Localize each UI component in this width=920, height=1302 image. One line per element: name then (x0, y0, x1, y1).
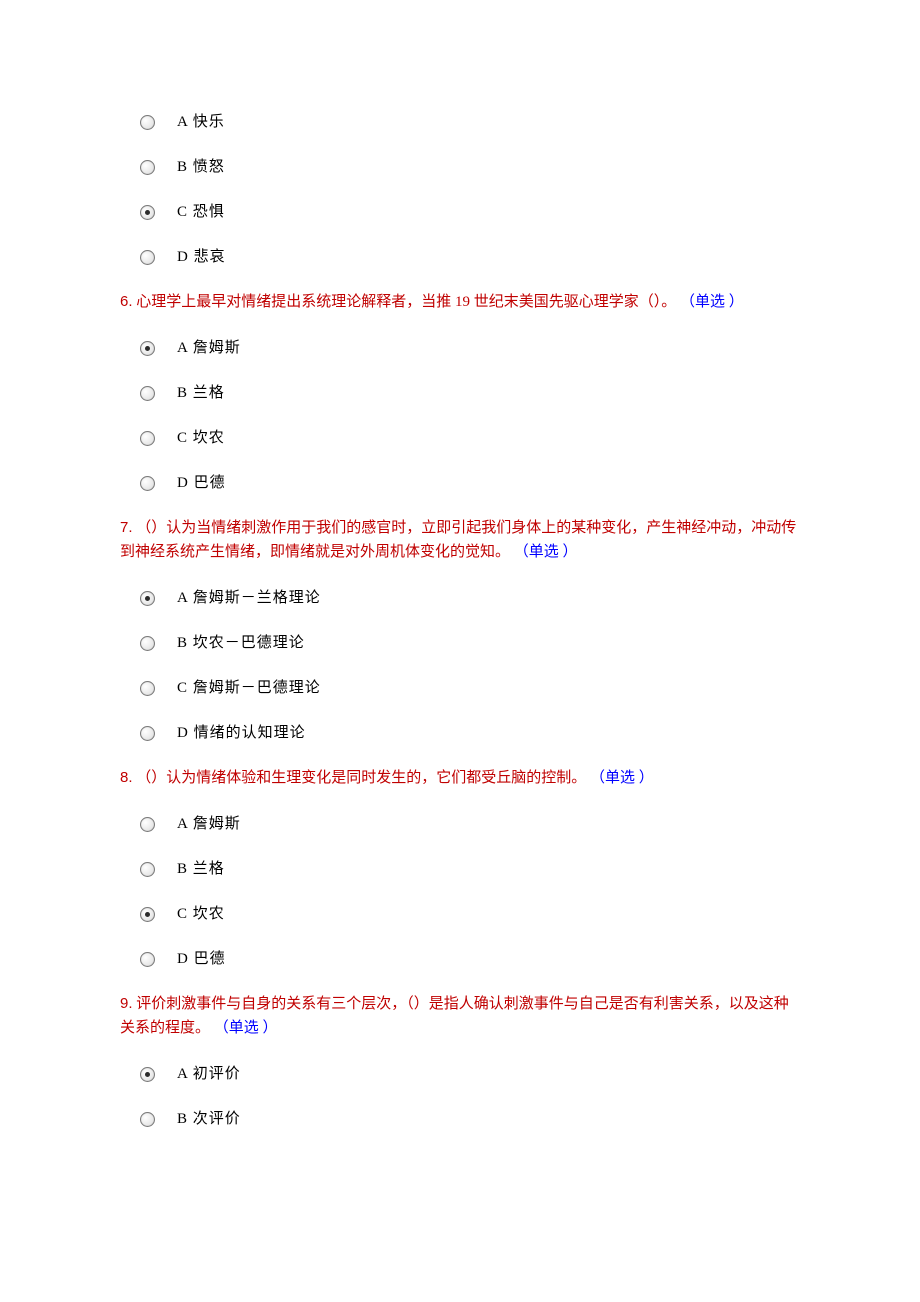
question-9: 9. 评价刺激事件与自身的关系有三个层次，（）是指人确认刺激事件与自己是否有利害… (120, 992, 800, 1142)
option-row[interactable]: C 詹姆斯－巴德理论 (120, 666, 800, 711)
option-row[interactable]: C 恐惧 (120, 190, 800, 235)
radio-icon[interactable] (140, 250, 155, 265)
option-label: A 詹姆斯－兰格理论 (177, 588, 321, 609)
radio-icon[interactable] (140, 476, 155, 491)
question-body: 心理学上最早对情绪提出系统理论解释者，当推 19 世纪末美国先驱心理学家（）。 (136, 294, 676, 310)
radio-icon[interactable] (140, 431, 155, 446)
option-label: C 坎农 (177, 428, 225, 449)
radio-icon[interactable] (140, 1067, 155, 1082)
question-type: （单选 ） (514, 544, 578, 560)
radio-icon[interactable] (140, 341, 155, 356)
question-text: 7. （）认为当情绪刺激作用于我们的感官时，立即引起我们身体上的某种变化，产生神… (120, 516, 800, 564)
radio-icon[interactable] (140, 726, 155, 741)
option-label: B 次评价 (177, 1109, 241, 1130)
option-label: A 快乐 (177, 112, 225, 133)
question-number: 6. (120, 293, 133, 310)
radio-icon[interactable] (140, 115, 155, 130)
question-type: （单选 ） (214, 1020, 278, 1036)
question-6: 6. 心理学上最早对情绪提出系统理论解释者，当推 19 世纪末美国先驱心理学家（… (120, 290, 800, 506)
option-label: A 詹姆斯 (177, 338, 241, 359)
question-pre: A 快乐 B 愤怒 C 恐惧 D 悲哀 (120, 100, 800, 280)
question-number: 8. (120, 769, 133, 786)
question-text: 6. 心理学上最早对情绪提出系统理论解释者，当推 19 世纪末美国先驱心理学家（… (120, 290, 800, 314)
radio-icon[interactable] (140, 1112, 155, 1127)
option-list: A 初评价 B 次评价 (120, 1052, 800, 1142)
option-row[interactable]: A 詹姆斯 (120, 326, 800, 371)
option-row[interactable]: A 詹姆斯－兰格理论 (120, 576, 800, 621)
question-text: 9. 评价刺激事件与自身的关系有三个层次，（）是指人确认刺激事件与自己是否有利害… (120, 992, 800, 1040)
radio-icon[interactable] (140, 636, 155, 651)
option-list: A 詹姆斯－兰格理论 B 坎农－巴德理论 C 詹姆斯－巴德理论 D 情绪的认知理… (120, 576, 800, 756)
option-label: D 巴德 (177, 473, 226, 494)
option-label: C 坎农 (177, 904, 225, 925)
option-list: A 詹姆斯 B 兰格 C 坎农 D 巴德 (120, 326, 800, 506)
option-row[interactable]: B 愤怒 (120, 145, 800, 190)
option-row[interactable]: B 兰格 (120, 371, 800, 416)
question-type: （单选 ） (590, 770, 654, 786)
radio-icon[interactable] (140, 952, 155, 967)
option-row[interactable]: D 巴德 (120, 937, 800, 982)
radio-icon[interactable] (140, 907, 155, 922)
option-row[interactable]: D 巴德 (120, 461, 800, 506)
option-row[interactable]: B 坎农－巴德理论 (120, 621, 800, 666)
option-label: D 巴德 (177, 949, 226, 970)
option-label: B 兰格 (177, 383, 225, 404)
option-row[interactable]: A 快乐 (120, 100, 800, 145)
option-label: A 初评价 (177, 1064, 241, 1085)
option-row[interactable]: A 詹姆斯 (120, 802, 800, 847)
option-label: C 恐惧 (177, 202, 225, 223)
option-label: B 坎农－巴德理论 (177, 633, 305, 654)
option-label: C 詹姆斯－巴德理论 (177, 678, 321, 699)
question-8: 8. （）认为情绪体验和生理变化是同时发生的，它们都受丘脑的控制。 （单选 ） … (120, 766, 800, 982)
radio-icon[interactable] (140, 386, 155, 401)
option-list: A 詹姆斯 B 兰格 C 坎农 D 巴德 (120, 802, 800, 982)
option-row[interactable]: D 悲哀 (120, 235, 800, 280)
option-row[interactable]: A 初评价 (120, 1052, 800, 1097)
option-list: A 快乐 B 愤怒 C 恐惧 D 悲哀 (120, 100, 800, 280)
radio-icon[interactable] (140, 817, 155, 832)
option-label: A 詹姆斯 (177, 814, 241, 835)
option-row[interactable]: B 次评价 (120, 1097, 800, 1142)
question-text: 8. （）认为情绪体验和生理变化是同时发生的，它们都受丘脑的控制。 （单选 ） (120, 766, 800, 790)
question-type: （单选 ） (680, 294, 744, 310)
option-label: D 悲哀 (177, 247, 226, 268)
option-row[interactable]: C 坎农 (120, 892, 800, 937)
question-number: 9. (120, 995, 133, 1012)
option-row[interactable]: D 情绪的认知理论 (120, 711, 800, 756)
radio-icon[interactable] (140, 681, 155, 696)
radio-icon[interactable] (140, 160, 155, 175)
option-row[interactable]: C 坎农 (120, 416, 800, 461)
question-body: （）认为当情绪刺激作用于我们的感官时，立即引起我们身体上的某种变化，产生神经冲动… (120, 520, 796, 560)
option-row[interactable]: B 兰格 (120, 847, 800, 892)
option-label: B 愤怒 (177, 157, 225, 178)
question-body: （）认为情绪体验和生理变化是同时发生的，它们都受丘脑的控制。 (136, 770, 586, 786)
radio-icon[interactable] (140, 591, 155, 606)
question-7: 7. （）认为当情绪刺激作用于我们的感官时，立即引起我们身体上的某种变化，产生神… (120, 516, 800, 756)
radio-icon[interactable] (140, 205, 155, 220)
question-number: 7. (120, 519, 133, 536)
option-label: D 情绪的认知理论 (177, 723, 306, 744)
option-label: B 兰格 (177, 859, 225, 880)
radio-icon[interactable] (140, 862, 155, 877)
